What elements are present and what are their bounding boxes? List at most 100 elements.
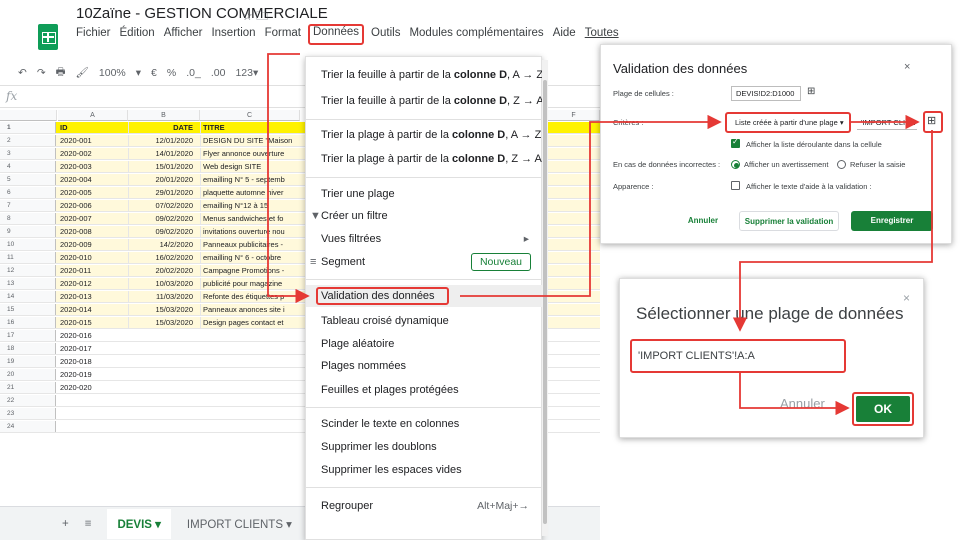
row-number[interactable]: 13: [0, 278, 56, 289]
cell-id[interactable]: 2020-011: [58, 265, 128, 276]
cell-date[interactable]: 11/03/2020: [128, 291, 196, 302]
menu-item-protected[interactable]: Feuilles et plages protégées: [306, 379, 543, 401]
star-icon[interactable]: ☆ 🗀: [242, 7, 268, 28]
paint-format-icon[interactable]: 🖌: [76, 66, 89, 79]
cell-date[interactable]: 07/02/2020: [128, 200, 196, 211]
all-sheets-button[interactable]: ≡: [85, 518, 92, 530]
menu-item-create-filter[interactable]: ▼ Créer un filtre: [306, 205, 543, 227]
criteria-select[interactable]: Liste créée à partir d'une plage ▾: [731, 116, 847, 130]
row-number[interactable]: 15: [0, 304, 56, 315]
row-number[interactable]: 20: [0, 369, 56, 380]
row-number[interactable]: 21: [0, 382, 56, 393]
menu-afficher[interactable]: Afficher: [164, 27, 203, 45]
row-number[interactable]: 23: [0, 408, 56, 419]
cell-title[interactable]: Web design SITE: [200, 161, 294, 172]
tab-devis[interactable]: DEVIS ▾: [107, 508, 171, 539]
menu-item-randomize[interactable]: Plage aléatoire: [306, 333, 543, 355]
cell-title[interactable]: emailling N° 6 - octobre: [200, 252, 294, 263]
cell-title[interactable]: Design pages contact et: [200, 317, 294, 328]
menu-item-sort-sheet-za[interactable]: Trier la feuille à partir de la colonne …: [306, 90, 544, 112]
menu-item-remove-duplicates[interactable]: Supprimer les doublons: [306, 436, 543, 458]
cell-id[interactable]: 2020-002: [58, 148, 128, 159]
row-number[interactable]: 2: [0, 135, 56, 146]
document-title[interactable]: 10Zaïne - GESTION COMMERCIALE: [76, 5, 328, 22]
cell-id[interactable]: 2020-015: [58, 317, 128, 328]
cell-id[interactable]: 2020-013: [58, 291, 128, 302]
cell-id[interactable]: 2020-019: [58, 369, 128, 380]
row-number[interactable]: 14: [0, 291, 56, 302]
menu-item-sort-sheet-az[interactable]: Trier la feuille à partir de la colonne …: [306, 64, 543, 86]
row-number[interactable]: 1: [0, 122, 56, 133]
cell-id[interactable]: 2020-003: [58, 161, 128, 172]
menu-format[interactable]: Format: [265, 27, 301, 45]
menu-item-named-ranges[interactable]: Plages nommées: [306, 355, 543, 377]
cell-title[interactable]: Panneaux publicitaires -: [200, 239, 294, 250]
save-button[interactable]: Enregistrer: [851, 211, 933, 231]
cell-id[interactable]: 2020-018: [58, 356, 128, 367]
tab-import-clients[interactable]: IMPORT CLIENTS ▾: [187, 517, 292, 531]
cell-id[interactable]: 2020-010: [58, 252, 128, 263]
menu-donnees[interactable]: Données: [308, 24, 365, 45]
cell-date[interactable]: 14/01/2020: [128, 148, 196, 159]
cell-title[interactable]: Menus sandwiches et fo: [200, 213, 294, 224]
menu-item-sort-range[interactable]: Trier une plage: [306, 183, 543, 205]
cell-id[interactable]: 2020-006: [58, 200, 128, 211]
cell-date[interactable]: 15/03/2020: [128, 304, 196, 315]
cancel-button[interactable]: Annuler: [675, 211, 731, 231]
reject-radio[interactable]: [837, 160, 846, 169]
cell-date[interactable]: 16/02/2020: [128, 252, 196, 263]
remove-validation-button[interactable]: Supprimer la validation: [739, 211, 839, 231]
ok-button[interactable]: OK: [852, 392, 914, 426]
row-number[interactable]: 7: [0, 200, 56, 211]
row-number[interactable]: 18: [0, 343, 56, 354]
cell-title[interactable]: DESIGN DU SITE "Maison: [200, 135, 294, 146]
row-number[interactable]: 3: [0, 148, 56, 159]
cell-id[interactable]: 2020-009: [58, 239, 128, 250]
cell-date[interactable]: 29/01/2020: [128, 187, 196, 198]
cell-id[interactable]: 2020-014: [58, 304, 128, 315]
menu-item-filter-views[interactable]: Vues filtrées ▸: [306, 228, 543, 250]
column-header-c[interactable]: C: [200, 110, 300, 121]
increase-decimal-button[interactable]: .00: [211, 67, 226, 79]
last-edit-link[interactable]: Toutes: [585, 27, 619, 45]
cell-title[interactable]: invitations ouverture nou: [200, 226, 294, 237]
cancel-button[interactable]: Annuler: [780, 396, 825, 411]
cell-title[interactable]: Flyer annonce ouverture: [200, 148, 294, 159]
criteria-range-input[interactable]: 'IMPORT CLIEN: [857, 116, 917, 130]
menu-item-pivot-table[interactable]: Tableau croisé dynamique: [306, 310, 543, 332]
row-number[interactable]: 16: [0, 317, 56, 328]
menu-item-sort-range-az[interactable]: Trier la plage à partir de la colonne D,…: [306, 124, 543, 146]
menu-outils[interactable]: Outils: [371, 27, 400, 45]
cell-id[interactable]: 2020-008: [58, 226, 128, 237]
menu-item-trim-whitespace[interactable]: Supprimer les espaces vides: [306, 459, 543, 481]
chevron-down-icon[interactable]: ▾: [136, 67, 141, 79]
range-input[interactable]: 'IMPORT CLIENTS'!A:A: [630, 339, 846, 373]
redo-icon[interactable]: ↷: [37, 67, 46, 79]
row-number[interactable]: 8: [0, 213, 56, 224]
percent-button[interactable]: %: [167, 67, 176, 79]
row-number[interactable]: 11: [0, 252, 56, 263]
decrease-decimal-button[interactable]: .0_: [186, 67, 201, 79]
row-number[interactable]: 4: [0, 161, 56, 172]
cell-title[interactable]: Panneaux anonces site i: [200, 304, 294, 315]
cell-id[interactable]: 2020-012: [58, 278, 128, 289]
row-number[interactable]: 17: [0, 330, 56, 341]
menu-item-sort-range-za[interactable]: Trier la plage à partir de la colonne D,…: [306, 148, 543, 170]
menu-modules[interactable]: Modules complémentaires: [409, 27, 543, 45]
row-number[interactable]: 5: [0, 174, 56, 185]
cell-date[interactable]: 15/01/2020: [128, 161, 196, 172]
show-dropdown-checkbox[interactable]: [731, 137, 740, 148]
menu-fichier[interactable]: Fichier: [76, 27, 111, 45]
cell-date[interactable]: 12/01/2020: [128, 135, 196, 146]
row-number[interactable]: 9: [0, 226, 56, 237]
cell-id[interactable]: 2020-007: [58, 213, 128, 224]
cell-date[interactable]: 20/02/2020: [128, 265, 196, 276]
cell-date[interactable]: 14/2/2020: [128, 239, 196, 250]
menu-scrollbar-thumb[interactable]: [543, 80, 547, 524]
column-header-a[interactable]: A: [58, 110, 128, 121]
cell-title[interactable]: Refonte des étiquettes p: [200, 291, 294, 302]
close-icon[interactable]: ×: [903, 291, 910, 305]
currency-button[interactable]: €: [151, 67, 157, 79]
undo-icon[interactable]: ↶: [18, 67, 27, 79]
menu-insertion[interactable]: Insertion: [211, 27, 255, 45]
